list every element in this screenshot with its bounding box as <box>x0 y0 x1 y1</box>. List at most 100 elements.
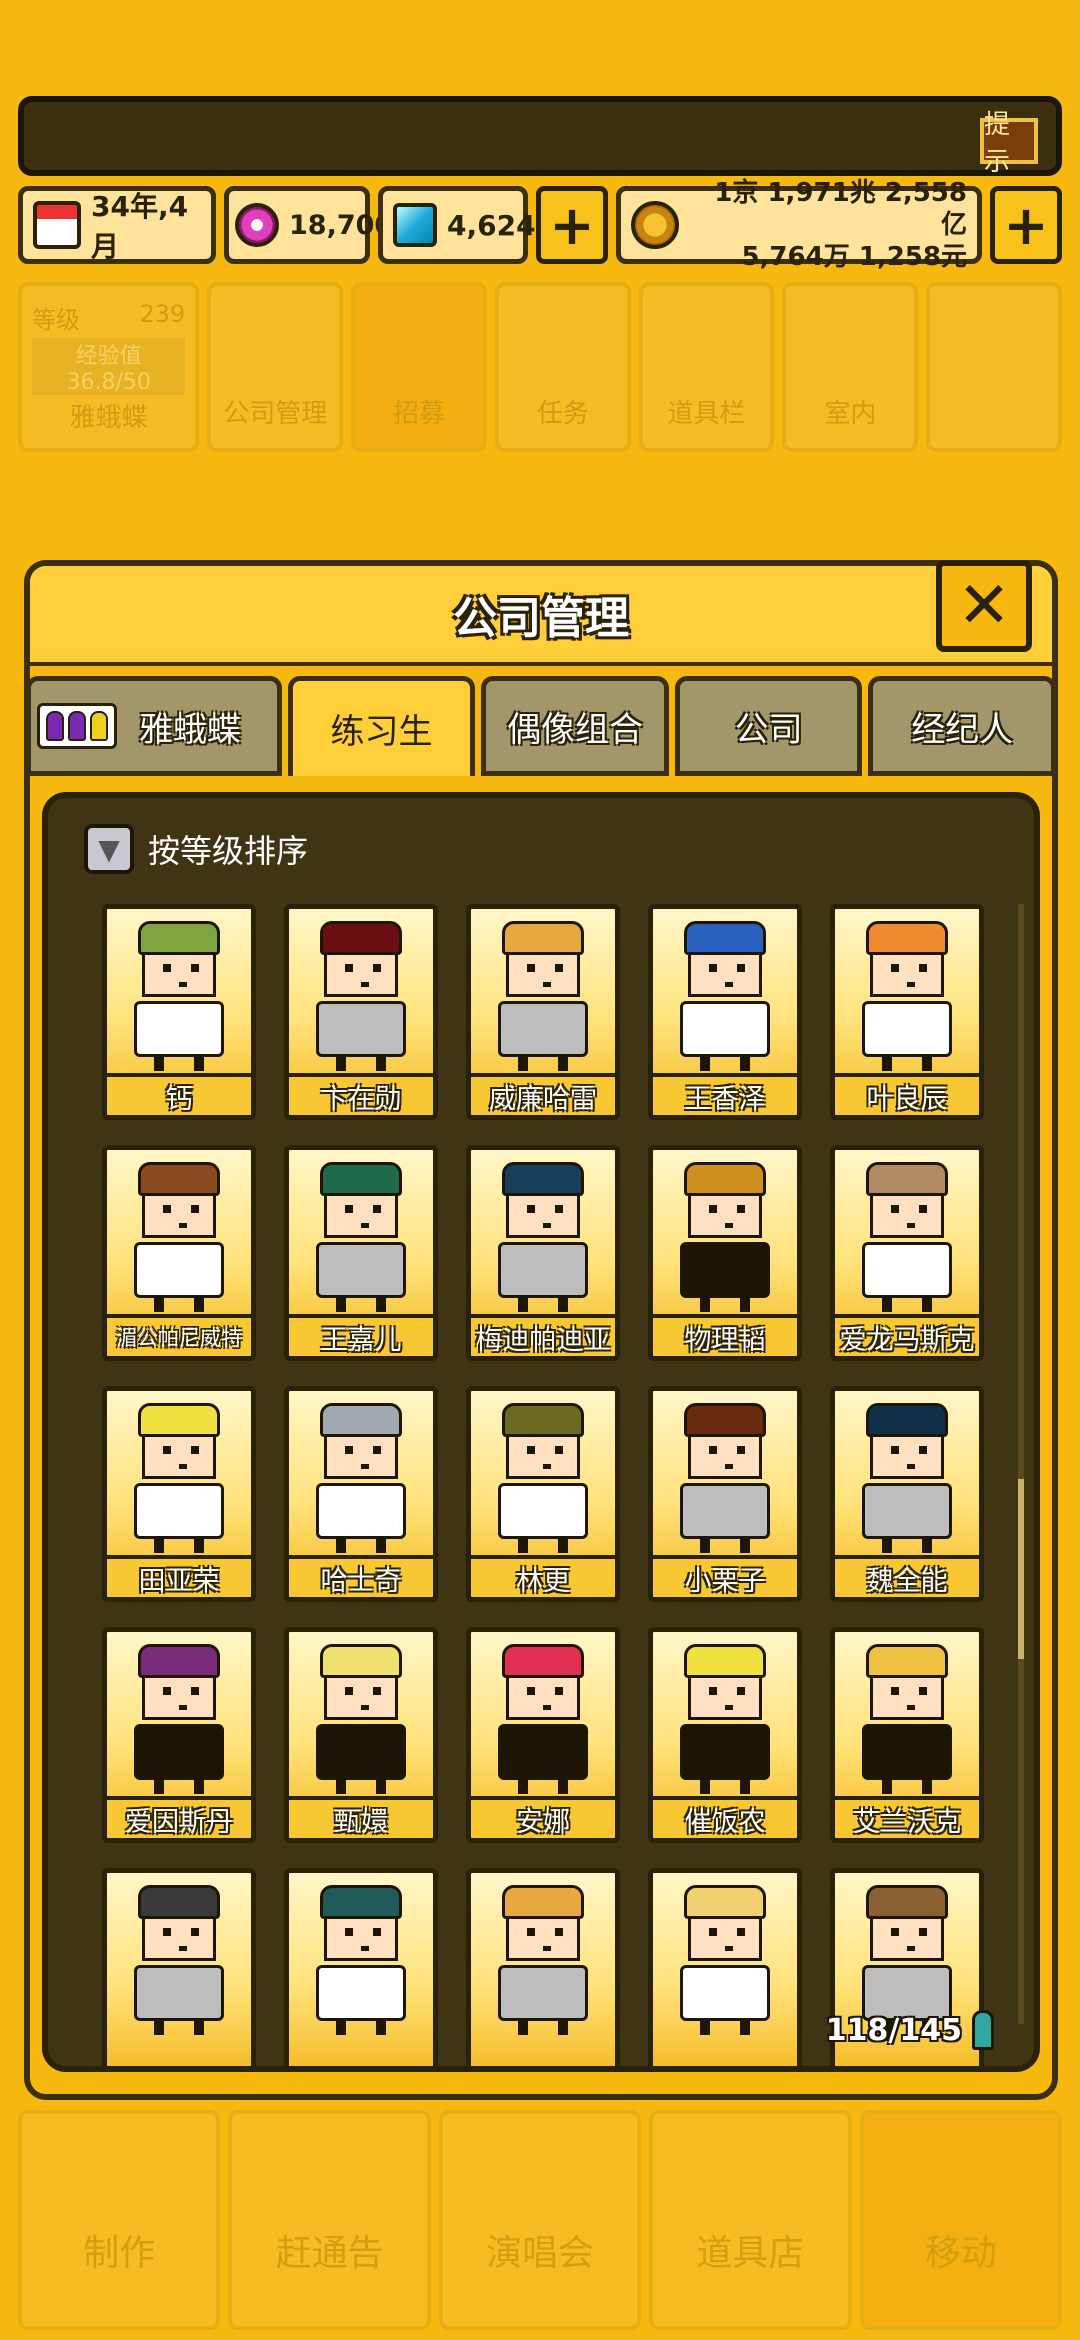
trainee-name: 叶良辰 <box>835 1073 979 1115</box>
trainee-card[interactable]: 湄公帕尼威特 <box>102 1145 256 1361</box>
scrollbar[interactable] <box>1018 904 1024 2024</box>
trainee-card[interactable]: 魏全能 <box>830 1386 984 1602</box>
modal-header: 公司管理 <box>30 566 1052 666</box>
sort-option[interactable]: ▼ 按等级排序 <box>84 824 308 874</box>
trainee-avatar <box>316 1885 406 2035</box>
trainee-avatar <box>134 921 224 1071</box>
tab-player-label: 雅蛾蝶 <box>139 709 241 750</box>
nav-item-shop[interactable]: 道具店 <box>649 2110 852 2330</box>
diamond-value: 4,624 <box>447 208 536 242</box>
trainee-card[interactable]: 甄嬛 <box>284 1627 438 1843</box>
trainee-name: 卞在勋 <box>289 1073 433 1115</box>
trainee-card[interactable]: 催饭农 <box>648 1627 802 1843</box>
trainee-card[interactable]: 卞在勋 <box>284 904 438 1120</box>
trainee-avatar <box>498 1644 588 1794</box>
player-profile[interactable]: 等级 239 经验值 36.8/50 雅蛾蝶 <box>18 282 200 452</box>
nav-make[interactable]: 制作 <box>18 2110 221 2330</box>
modal-title: 公司管理 <box>453 593 629 644</box>
trainee-name: 钙 <box>107 1073 251 1115</box>
menu-company-management[interactable]: 公司管理 <box>207 282 344 452</box>
trainee-card[interactable]: 钙 <box>102 904 256 1120</box>
trainee-avatar <box>862 1403 952 1553</box>
money-line1: 1京 1,971兆 2,558亿 <box>714 178 967 240</box>
menu-tasks[interactable]: 任务 <box>494 282 631 452</box>
trainee-avatar <box>498 1885 588 2035</box>
level-label: 等级 <box>32 306 80 334</box>
trainee-avatar <box>862 1162 952 1312</box>
trainee-card[interactable]: 爱因斯丹 <box>102 1627 256 1843</box>
diamond-icon <box>393 203 437 247</box>
trainee-card[interactable]: 艾兰沃克 <box>830 1627 984 1843</box>
date-display: 34年,4月 <box>18 186 216 264</box>
trainee-name: 魏全能 <box>835 1555 979 1597</box>
nav-move[interactable]: 移动 <box>859 2110 1063 2330</box>
trainee-name: 林更 <box>471 1555 615 1597</box>
tab-company[interactable]: 公司 <box>674 676 863 776</box>
sort-label: 按等级排序 <box>148 832 309 870</box>
trainee-avatar <box>134 1644 224 1794</box>
add-currency-button[interactable]: + <box>536 186 608 264</box>
coin-icon <box>631 201 679 249</box>
resource-bar: 34年,4月 18,700 4,624 + 1京 1,971兆 2,558亿 5… <box>18 178 1062 272</box>
trainee-card[interactable] <box>102 1868 256 2066</box>
trainee-card[interactable] <box>284 1868 438 2066</box>
trainee-avatar <box>316 1403 406 1553</box>
tab-trainees[interactable]: 练习生 <box>287 676 476 776</box>
trainee-card[interactable]: 梅迪帕迪亚 <box>466 1145 620 1361</box>
trainee-avatar <box>862 921 952 1071</box>
menu-interior[interactable]: 室内 <box>782 282 919 452</box>
group-slots-icon <box>37 703 117 749</box>
trainee-card[interactable] <box>648 1868 802 2066</box>
add-money-button[interactable]: + <box>990 186 1062 264</box>
hint-button[interactable]: 提示 <box>980 110 1038 177</box>
date-value: 34年,4月 <box>91 190 189 263</box>
trainee-name: 安娜 <box>471 1796 615 1838</box>
trainee-name: 王嘉儿 <box>289 1314 433 1356</box>
trainee-grid: 钙卞在勋 威廉哈雷 王香泽 叶良辰湄公帕尼威特 王嘉儿 梅迪帕迪亚 物理韬 爱龙马斯克田亚荣哈… <box>102 904 997 2066</box>
trainee-avatar <box>316 1644 406 1794</box>
menu-gift[interactable] <box>926 282 1063 452</box>
trainee-avatar <box>680 1644 770 1794</box>
trainee-name: 物理韬 <box>653 1314 797 1356</box>
trainee-avatar <box>498 921 588 1071</box>
nav-announcements[interactable]: 赶通告 <box>228 2110 431 2330</box>
person-icon <box>972 2010 994 2050</box>
diamond-display: 4,624 <box>378 186 536 264</box>
trainee-card[interactable] <box>466 1868 620 2066</box>
close-button[interactable]: ✕ <box>936 560 1032 652</box>
modal-tabs: 雅蛾蝶 练习生 偶像组合 公司 经纪人 <box>26 676 1056 776</box>
trainee-avatar <box>134 1162 224 1312</box>
nav-concert[interactable]: 演唱会 <box>438 2110 642 2330</box>
trainee-card[interactable]: 物理韬 <box>648 1145 802 1361</box>
trainee-card[interactable]: 王嘉儿 <box>284 1145 438 1361</box>
top-bar: 提示 <box>18 96 1062 177</box>
trainee-name: 湄公帕尼威特 <box>107 1314 251 1356</box>
menu-inventory[interactable]: 道具栏 <box>638 282 775 452</box>
trainee-avatar <box>316 921 406 1071</box>
trainee-name: 小栗子 <box>653 1555 797 1597</box>
trainee-avatar <box>680 1403 770 1553</box>
trainee-name: 梅迪帕迪亚 <box>471 1314 615 1356</box>
menu-recruit[interactable]: 招募 <box>351 282 487 452</box>
trainee-card[interactable]: 安娜 <box>466 1627 620 1843</box>
trainee-card[interactable]: 王香泽 <box>648 904 802 1120</box>
bottom-nav: 制作 赶通告 演唱会 道具店 移动 <box>18 2110 1063 2330</box>
tab-managers[interactable]: 经纪人 <box>868 676 1056 776</box>
trainee-card[interactable]: 林更 <box>466 1386 620 1602</box>
trainee-avatar <box>498 1162 588 1312</box>
trainee-card[interactable]: 爱龙马斯克 <box>830 1145 984 1361</box>
trainee-name: 甄嬛 <box>289 1796 433 1838</box>
trainee-card[interactable]: 哈士奇 <box>284 1386 438 1602</box>
trainee-card[interactable]: 小栗子 <box>648 1386 802 1602</box>
checkbox-icon[interactable]: ▼ <box>84 824 134 874</box>
trainee-card[interactable]: 威廉哈雷 <box>466 904 620 1120</box>
trainee-card[interactable]: 叶良辰 <box>830 904 984 1120</box>
scrollbar-thumb[interactable] <box>1018 1479 1024 1659</box>
trainee-name: 爱因斯丹 <box>107 1796 251 1838</box>
money-display: 1京 1,971兆 2,558亿 5,764万 1,258元 <box>616 178 982 272</box>
tab-idol-groups[interactable]: 偶像组合 <box>481 676 669 776</box>
trainee-card[interactable]: 田亚荣 <box>102 1386 256 1602</box>
level-value: 239 <box>139 300 186 328</box>
trainee-name: 艾兰沃克 <box>835 1796 979 1838</box>
tab-player[interactable]: 雅蛾蝶 <box>26 676 282 776</box>
